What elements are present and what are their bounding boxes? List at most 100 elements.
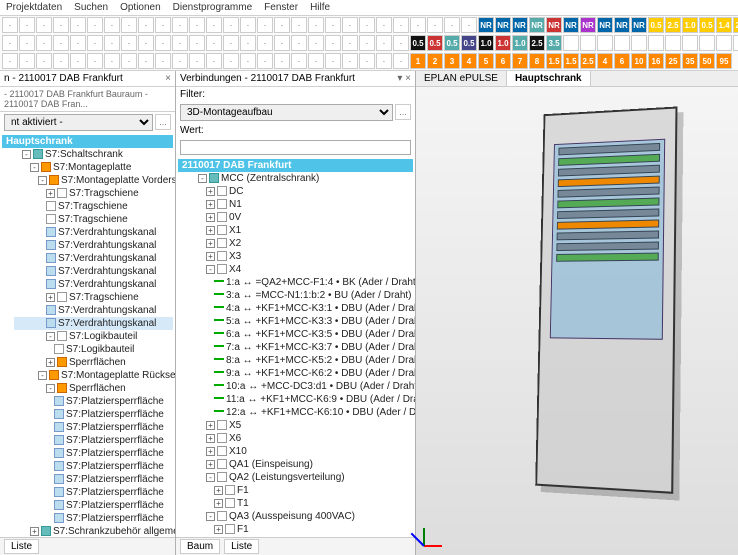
wert-input[interactable] [180, 140, 411, 155]
tree-item-label[interactable]: S7:Tragschiene [69, 187, 139, 200]
menu-projektdaten[interactable]: Projektdaten [6, 2, 62, 13]
expand-toggle[interactable]: + [206, 213, 215, 222]
toolbar-button[interactable]: · [104, 17, 120, 33]
toolbar-button[interactable]: · [376, 35, 392, 51]
toolbar-button[interactable]: · [291, 53, 307, 69]
expand-toggle[interactable]: + [206, 187, 215, 196]
tab-hauptschrank[interactable]: Hauptschrank [507, 71, 591, 86]
tree-item-label[interactable]: S7:Verdrahtungskanal [58, 278, 156, 291]
toolbar-chip[interactable]: 0.5 [461, 35, 477, 51]
toolbar-button[interactable]: · [189, 35, 205, 51]
toolbar-button[interactable]: · [274, 35, 290, 51]
cabinet-3d[interactable] [535, 106, 677, 493]
toolbar-button[interactable]: · [257, 53, 273, 69]
3d-viewport[interactable] [416, 87, 738, 555]
toolbar-chip[interactable]: 1.5 [563, 53, 579, 69]
tree-item-label[interactable]: S7:Platziersperrfläche [66, 473, 164, 486]
toolbar-button[interactable]: · [19, 17, 35, 33]
toolbar-button[interactable]: · [308, 53, 324, 69]
toolbar-chip[interactable] [733, 35, 738, 51]
tree-item-label[interactable]: F1 [237, 523, 249, 536]
expand-toggle[interactable]: + [46, 189, 55, 198]
toolbar-chip[interactable]: 50 [699, 53, 715, 69]
menu-fenster[interactable]: Fenster [264, 2, 298, 13]
tree-item-label[interactable]: Sperrflächen [69, 382, 126, 395]
toolbar-chip[interactable]: 0.5 [444, 35, 460, 51]
tree-item-label[interactable]: X2 [229, 237, 241, 250]
toolbar-chip[interactable]: NR [529, 17, 545, 33]
tab-liste[interactable]: Liste [224, 539, 259, 554]
tree-item-label[interactable]: S7:Platziersperrfläche [66, 434, 164, 447]
toolbar-button[interactable]: · [342, 35, 358, 51]
tree-item-label[interactable]: X5 [229, 419, 241, 432]
filter-btn[interactable]: … [395, 104, 411, 120]
toolbar-chip[interactable]: 2.5 [580, 53, 596, 69]
expand-toggle[interactable]: - [206, 265, 215, 274]
menu-optionen[interactable]: Optionen [120, 2, 161, 13]
tree-item-label[interactable]: 11:a ↔ +KF1+MCC-K6:9 • DBU (Ader / Draht… [226, 393, 415, 406]
expand-toggle[interactable]: + [206, 447, 215, 456]
toolbar-chip[interactable]: 4 [597, 53, 613, 69]
toolbar-button[interactable]: · [2, 17, 18, 33]
toolbar-button[interactable]: · [121, 35, 137, 51]
toolbar-button[interactable]: · [240, 53, 256, 69]
tree-item-label[interactable]: Sperrflächen [69, 356, 126, 369]
toolbar-button[interactable]: · [308, 35, 324, 51]
toolbar-button[interactable]: · [376, 53, 392, 69]
menu-dienstprogramme[interactable]: Dienstprogramme [173, 2, 252, 13]
tree-item-label[interactable]: S7:Platziersperrfläche [66, 421, 164, 434]
toolbar-chip[interactable]: 0.5 [699, 17, 715, 33]
expand-toggle[interactable]: - [198, 174, 207, 183]
toolbar-button[interactable]: · [393, 17, 409, 33]
expand-toggle[interactable]: + [206, 226, 215, 235]
toolbar-button[interactable]: · [223, 35, 239, 51]
toolbar-chip[interactable]: 5 [478, 53, 494, 69]
tree-item-label[interactable]: N1 [229, 198, 242, 211]
toolbar-chip[interactable]: NR [495, 17, 511, 33]
toolbar-button[interactable]: · [121, 53, 137, 69]
menu-suchen[interactable]: Suchen [74, 2, 108, 13]
toolbar-button[interactable]: · [2, 53, 18, 69]
menu-hilfe[interactable]: Hilfe [310, 2, 330, 13]
tab-liste[interactable]: Liste [4, 539, 39, 554]
toolbar-chip[interactable] [699, 35, 715, 51]
tab-eplan epulse[interactable]: EPLAN ePULSE [416, 71, 507, 86]
toolbar-chip[interactable]: 95 [716, 53, 732, 69]
toolbar-button[interactable]: · [189, 53, 205, 69]
toolbar-button[interactable]: · [19, 35, 35, 51]
toolbar-chip[interactable]: 3.5 [546, 35, 562, 51]
connections-root[interactable]: 2110017 DAB Frankfurt [178, 159, 413, 172]
expand-toggle[interactable]: - [38, 371, 47, 380]
tree-item-label[interactable]: S7:Tragschiene [69, 291, 139, 304]
tree-item-label[interactable]: X4 [229, 263, 241, 276]
expand-toggle[interactable]: - [206, 473, 215, 482]
toolbar-button[interactable]: · [138, 35, 154, 51]
toolbar-button[interactable]: · [138, 53, 154, 69]
tree-item-label[interactable]: S7:Verdrahtungskanal [58, 265, 156, 278]
expand-toggle[interactable]: + [214, 499, 223, 508]
toolbar-chip[interactable]: 1.4 [716, 17, 732, 33]
toolbar-button[interactable]: · [189, 17, 205, 33]
toolbar-button[interactable]: · [274, 53, 290, 69]
toolbar-button[interactable]: · [36, 35, 52, 51]
toolbar-chip[interactable]: 6 [495, 53, 511, 69]
tree-item-label[interactable]: S7:Platziersperrfläche [66, 447, 164, 460]
toolbar-chip[interactable]: NR [512, 17, 528, 33]
navigator-select-btn[interactable]: … [155, 114, 171, 130]
expand-toggle[interactable]: - [206, 512, 215, 521]
toolbar-button[interactable]: · [121, 17, 137, 33]
tree-item-label[interactable]: 4:a ↔ +KF1+MCC-K3:1 • DBU (Ader / Draht) [226, 302, 415, 315]
toolbar-button[interactable]: · [36, 53, 52, 69]
tree-item-label[interactable]: S7:Tragschiene [58, 200, 128, 213]
tree-item-label[interactable]: X1 [229, 224, 241, 237]
toolbar-button[interactable]: · [410, 17, 426, 33]
toolbar-chip[interactable]: 1.5 [546, 53, 562, 69]
navigator-select[interactable]: nt aktiviert - [4, 114, 153, 131]
toolbar-chip[interactable] [682, 35, 698, 51]
tree-item-label[interactable]: S7:Platziersperrfläche [66, 460, 164, 473]
toolbar-button[interactable]: · [155, 53, 171, 69]
toolbar-button[interactable]: · [376, 17, 392, 33]
toolbar-button[interactable]: · [104, 53, 120, 69]
tree-item-label[interactable]: 8:a ↔ +KF1+MCC-K5:2 • DBU (Ader / Draht) [226, 354, 415, 367]
toolbar-button[interactable]: · [53, 35, 69, 51]
